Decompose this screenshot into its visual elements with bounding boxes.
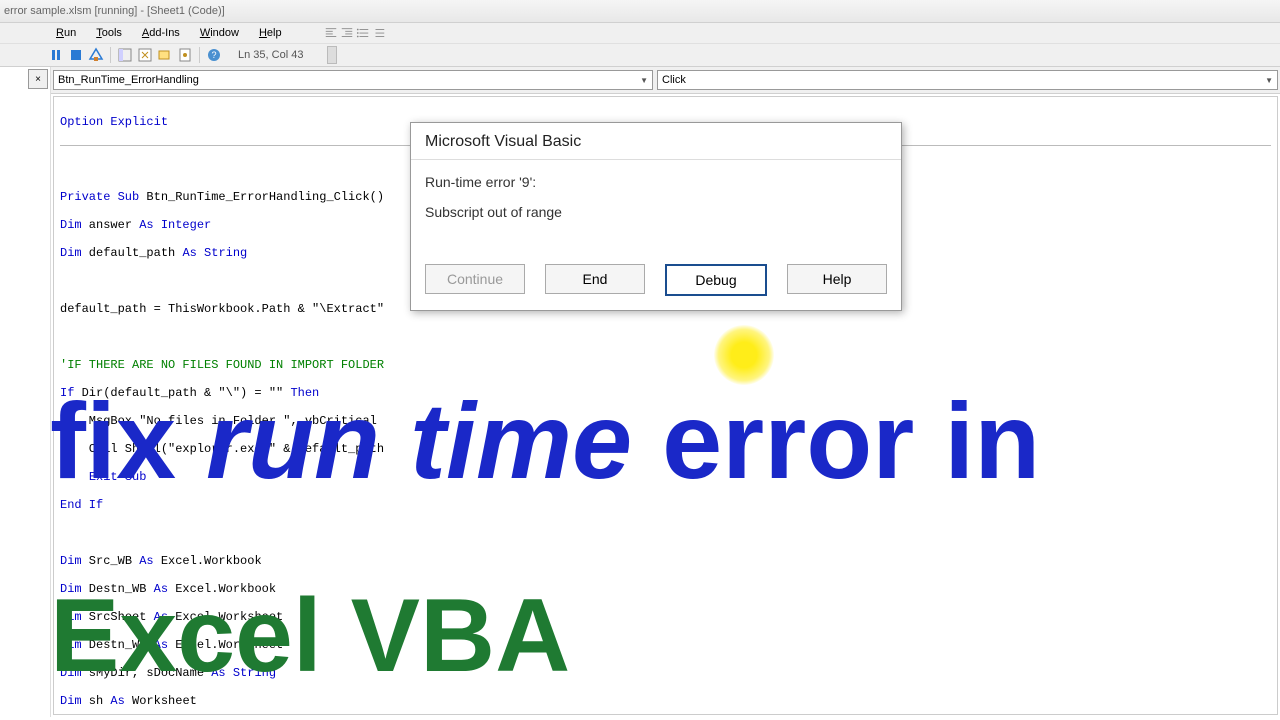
help-button[interactable]: Help [787,264,887,294]
menu-addins[interactable]: Add-Ins [134,25,188,41]
chevron-down-icon: ▼ [1265,76,1273,85]
indent-icon[interactable] [340,26,354,40]
error-message-text: Subscript out of range [425,204,887,220]
list2-icon[interactable] [372,26,386,40]
properties-icon[interactable] [137,47,153,63]
toolbar-separator [110,47,111,63]
design-mode-icon[interactable] [88,47,104,63]
menu-window[interactable]: Window [192,25,247,41]
toolbar-grip [327,46,337,64]
pause-icon[interactable] [48,47,64,63]
procedure-selector-value: Click [662,74,686,86]
object-selector-value: Btn_RunTime_ErrorHandling [58,74,199,86]
menu-tools[interactable]: Tools [88,25,130,41]
object-browser-icon[interactable] [157,47,173,63]
object-selector[interactable]: Btn_RunTime_ErrorHandling ▼ [53,70,653,90]
cursor-position: Ln 35, Col 43 [238,49,303,61]
menu-bar: Run Tools Add-Ins Window Help [0,23,1280,44]
window-title-bar: error sample.xlsm [running] - [Sheet1 (C… [0,0,1280,23]
object-proc-selectors: Btn_RunTime_ErrorHandling ▼ Click ▼ [51,67,1280,94]
procedure-selector[interactable]: Click ▼ [657,70,1278,90]
indent-toolbar-icons [324,26,386,40]
menu-run[interactable]: Run [48,25,84,41]
error-dialog-buttons: Continue End Debug Help [425,264,887,296]
error-code-text: Run-time error '9': [425,174,887,190]
outdent-icon[interactable] [324,26,338,40]
window-title: error sample.xlsm [running] - [Sheet1 (C… [4,5,225,17]
toolbar-separator [199,47,200,63]
stop-icon[interactable] [68,47,84,63]
toolbar: ? Ln 35, Col 43 [0,44,1280,67]
menu-help[interactable]: Help [251,25,290,41]
toolbox-icon[interactable] [177,47,193,63]
error-dialog-title: Microsoft Visual Basic [411,123,901,159]
help-icon[interactable]: ? [206,47,222,63]
end-button[interactable]: End [545,264,645,294]
close-panel-button[interactable]: × [28,69,48,89]
debug-button[interactable]: Debug [665,264,767,296]
list-icon[interactable] [356,26,370,40]
svg-text:?: ? [211,50,216,60]
project-gutter: × [0,67,51,717]
project-explorer-icon[interactable] [117,47,133,63]
chevron-down-icon: ▼ [640,76,648,85]
continue-button: Continue [425,264,525,294]
error-dialog: Microsoft Visual Basic Run-time error '9… [410,122,902,311]
